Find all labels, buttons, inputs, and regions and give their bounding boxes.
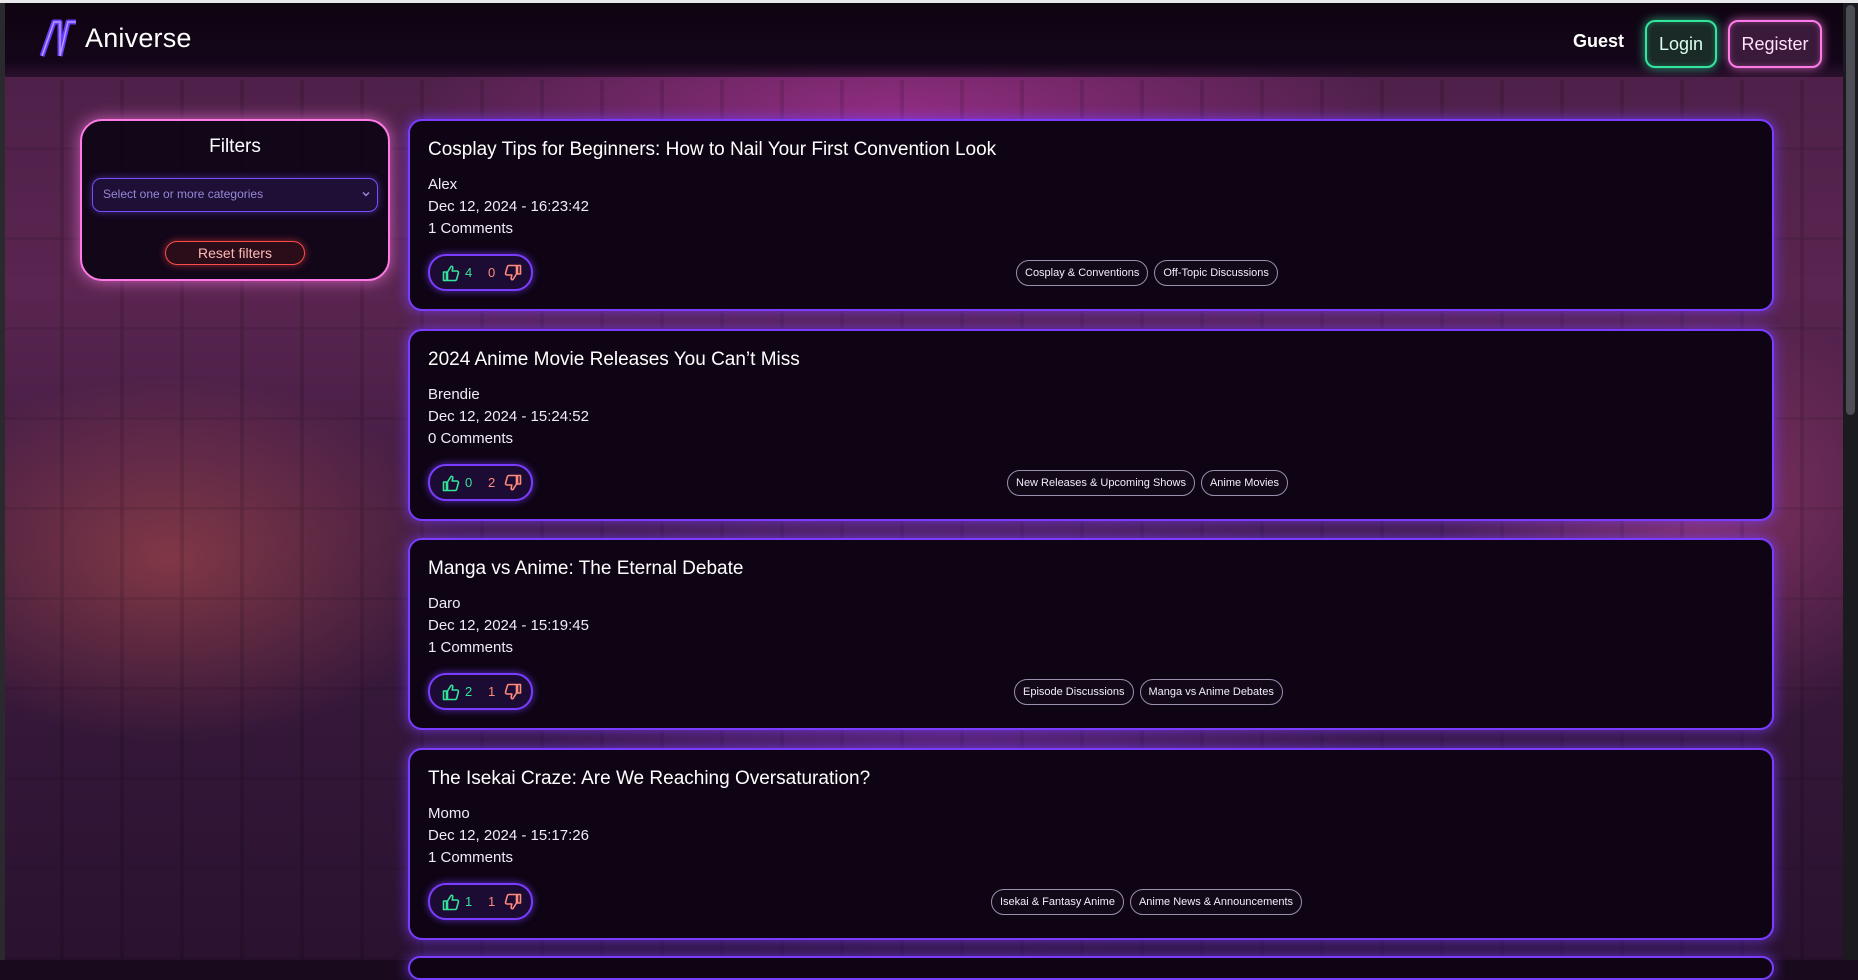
register-button[interactable]: Register [1728, 20, 1822, 68]
downvote-count: 0 [488, 265, 496, 280]
thumbs-up-icon[interactable] [442, 264, 460, 282]
tag-chip[interactable]: New Releases & Upcoming Shows [1007, 470, 1195, 496]
post-card[interactable]: The Isekai Craze: Are We Reaching Oversa… [408, 748, 1774, 940]
vote-box: 1 1 [428, 883, 533, 920]
tag-chip[interactable]: Anime Movies [1200, 470, 1289, 496]
window-left-edge [0, 3, 5, 960]
category-select-placeholder: Select one or more categories [103, 187, 264, 201]
thumbs-up-icon[interactable] [442, 683, 460, 701]
downvote-count: 1 [488, 894, 496, 909]
upvote-count: 4 [465, 265, 473, 280]
tag-chip[interactable]: Anime News & Announcements [1129, 889, 1303, 915]
post-title[interactable]: Manga vs Anime: The Eternal Debate [428, 558, 743, 580]
post-tags: Episode Discussions Manga vs Anime Debat… [1014, 679, 1283, 705]
upvote-count: 0 [465, 475, 473, 490]
downvote-count: 1 [488, 684, 496, 699]
thumbs-up-icon[interactable] [442, 474, 460, 492]
post-date: Dec 12, 2024 - 15:24:52 [428, 408, 589, 425]
post-date: Dec 12, 2024 - 15:17:26 [428, 827, 589, 844]
post-tags: Isekai & Fantasy Anime Anime News & Anno… [991, 889, 1303, 915]
aniverse-logo-icon[interactable] [38, 18, 80, 60]
thumbs-down-icon[interactable] [504, 264, 522, 282]
vote-box: 0 2 [428, 464, 533, 501]
tag-chip[interactable]: Manga vs Anime Debates [1139, 679, 1283, 705]
vote-box: 2 1 [428, 673, 533, 710]
scrollbar-thumb[interactable] [1846, 5, 1855, 415]
tag-chip[interactable]: Isekai & Fantasy Anime [991, 889, 1124, 915]
login-button[interactable]: Login [1645, 20, 1717, 68]
post-title[interactable]: Cosplay Tips for Beginners: How to Nail … [428, 139, 996, 161]
tag-chip[interactable]: Off-Topic Discussions [1154, 260, 1278, 286]
post-author: Daro [428, 595, 461, 612]
thumbs-up-icon[interactable] [442, 893, 460, 911]
post-comment-count: 1 Comments [428, 220, 514, 237]
post-card[interactable]: Cosplay Tips for Beginners: How to Nail … [408, 119, 1774, 311]
upvote-count: 1 [465, 894, 473, 909]
post-comment-count: 1 Comments [428, 639, 514, 656]
post-title[interactable]: The Isekai Craze: Are We Reaching Oversa… [428, 768, 870, 790]
post-author: Alex [428, 176, 458, 193]
user-status-label: Guest [1573, 31, 1625, 51]
filters-title: Filters [209, 136, 261, 157]
top-navbar: Aniverse Guest Login Register [5, 3, 1843, 77]
post-card[interactable]: 2024 Anime Movie Releases You Can’t Miss… [408, 329, 1774, 521]
chevron-down-icon [362, 191, 370, 197]
brand-name[interactable]: Aniverse [85, 23, 192, 54]
thumbs-down-icon[interactable] [504, 474, 522, 492]
filters-panel: Filters Select one or more categories Re… [80, 119, 390, 281]
tag-chip[interactable]: Cosplay & Conventions [1016, 260, 1149, 286]
post-tags: Cosplay & Conventions Off-Topic Discussi… [1016, 260, 1278, 286]
tag-chip[interactable]: Episode Discussions [1014, 679, 1134, 705]
thumbs-down-icon[interactable] [504, 893, 522, 911]
vote-box: 4 0 [428, 254, 533, 291]
post-comment-count: 0 Comments [428, 430, 514, 447]
window-top-edge [0, 0, 1858, 3]
post-tags: New Releases & Upcoming Shows Anime Movi… [1007, 470, 1289, 496]
downvote-count: 2 [488, 475, 496, 490]
post-date: Dec 12, 2024 - 16:23:42 [428, 198, 589, 215]
post-card[interactable]: Manga vs Anime: The Eternal Debate Daro … [408, 538, 1774, 730]
upvote-count: 2 [465, 684, 473, 699]
reset-filters-button[interactable]: Reset filters [165, 241, 305, 265]
post-author: Brendie [428, 386, 480, 403]
category-select[interactable]: Select one or more categories [92, 178, 378, 212]
post-title[interactable]: 2024 Anime Movie Releases You Can’t Miss [428, 349, 800, 371]
thumbs-down-icon[interactable] [504, 683, 522, 701]
post-comment-count: 1 Comments [428, 849, 514, 866]
post-author: Momo [428, 805, 470, 822]
post-date: Dec 12, 2024 - 15:19:45 [428, 617, 589, 634]
